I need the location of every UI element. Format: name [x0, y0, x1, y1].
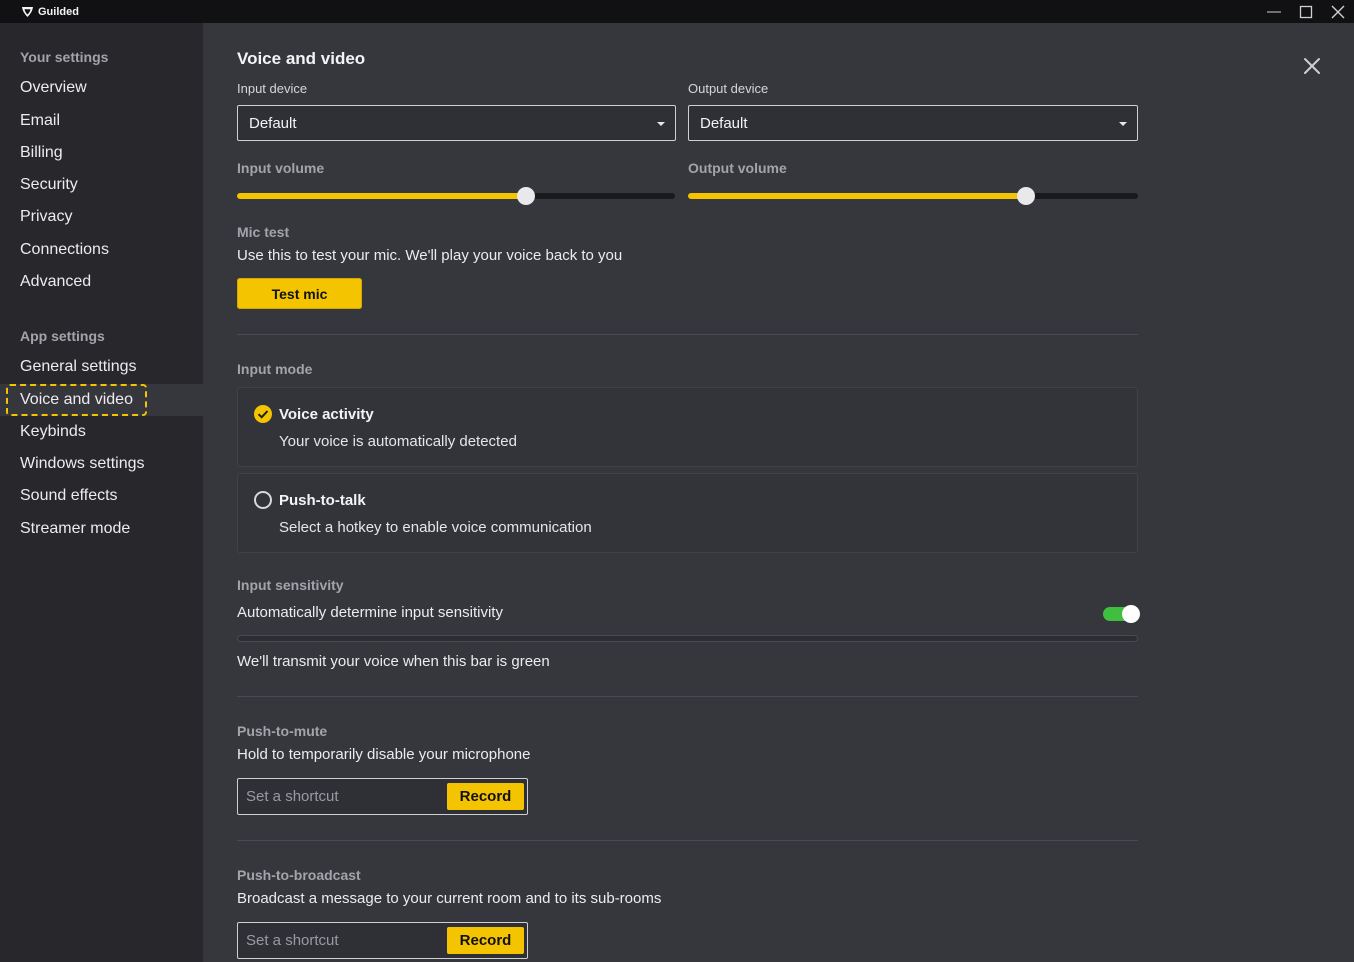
- sidebar-item-overview[interactable]: Overview: [0, 72, 203, 104]
- sidebar-item-streamer-mode[interactable]: Streamer mode: [0, 513, 203, 545]
- push-to-mute-heading: Push-to-mute: [237, 723, 328, 739]
- voice-activity-description: Your voice is automatically detected: [279, 433, 517, 450]
- push-to-mute-description: Hold to temporarily disable your microph…: [237, 746, 531, 763]
- minimize-button[interactable]: [1258, 0, 1290, 23]
- sidebar-item-privacy[interactable]: Privacy: [0, 201, 203, 233]
- minimize-icon: [1267, 11, 1281, 12]
- input-sensitivity-meter: [237, 635, 1138, 642]
- sidebar-item-general-settings[interactable]: General settings: [0, 351, 203, 383]
- sidebar-item-email[interactable]: Email: [0, 105, 203, 137]
- sidebar-item-advanced[interactable]: Advanced: [0, 266, 203, 298]
- output-device-select[interactable]: Default: [688, 105, 1138, 141]
- input-volume-fill: [237, 193, 527, 199]
- push-to-talk-title: Push-to-talk: [279, 492, 366, 509]
- app-name: Guilded: [38, 5, 79, 18]
- input-device-value: Default: [249, 114, 297, 132]
- page-title: Voice and video: [237, 49, 366, 68]
- output-device-label: Output device: [688, 81, 769, 96]
- app-logo: Guilded: [21, 6, 79, 18]
- divider: [237, 840, 1138, 841]
- mic-test-description: Use this to test your mic. We'll play yo…: [237, 247, 623, 264]
- sidebar-item-billing[interactable]: Billing: [0, 137, 203, 169]
- output-volume-fill: [688, 193, 1026, 199]
- auto-sensitivity-toggle[interactable]: [1103, 605, 1140, 623]
- shortcut-placeholder: Set a shortcut: [246, 788, 339, 805]
- input-mode-push-to-talk[interactable]: Push-to-talk Select a hotkey to enable v…: [237, 473, 1138, 553]
- mic-test-heading: Mic test: [237, 224, 290, 240]
- title-bar: Guilded: [0, 0, 1354, 23]
- output-volume-label: Output volume: [688, 160, 787, 176]
- settings-sidebar: Your settings Overview Email Billing Sec…: [0, 23, 203, 962]
- push-to-mute-record-button[interactable]: Record: [447, 783, 524, 810]
- push-to-broadcast-shortcut-field[interactable]: Set a shortcut Record: [237, 922, 528, 959]
- voice-activity-title: Voice activity: [279, 406, 374, 423]
- app-settings-heading: App settings: [20, 328, 105, 344]
- output-device-value: Default: [700, 114, 748, 132]
- chevron-down-icon: [657, 122, 665, 126]
- input-device-select[interactable]: Default: [237, 105, 676, 141]
- close-icon: [1331, 5, 1345, 18]
- checkmark-icon[interactable]: [254, 405, 272, 423]
- settings-panel: Voice and video Input device Default Out…: [203, 23, 1354, 962]
- chevron-down-icon: [1119, 122, 1127, 126]
- focus-ring: [6, 384, 147, 416]
- input-device-label: Input device: [237, 81, 308, 96]
- input-volume-handle[interactable]: [517, 187, 536, 205]
- sidebar-item-voice-and-video[interactable]: Voice and video: [0, 384, 203, 416]
- maximize-button[interactable]: [1290, 0, 1322, 23]
- close-window-button[interactable]: [1322, 0, 1354, 23]
- push-to-mute-shortcut-field[interactable]: Set a shortcut Record: [237, 778, 528, 815]
- push-to-talk-description: Select a hotkey to enable voice communic…: [279, 519, 592, 536]
- test-mic-button[interactable]: Test mic: [237, 278, 362, 309]
- sidebar-item-keybinds[interactable]: Keybinds: [0, 416, 203, 448]
- input-volume-slider[interactable]: [237, 187, 675, 205]
- sidebar-item-security[interactable]: Security: [0, 169, 203, 201]
- toggle-knob: [1122, 605, 1140, 623]
- close-settings-icon[interactable]: [1300, 54, 1324, 78]
- input-mode-heading: Input mode: [237, 361, 313, 377]
- input-sensitivity-heading: Input sensitivity: [237, 577, 344, 593]
- divider: [237, 334, 1138, 335]
- output-volume-handle[interactable]: [1016, 187, 1035, 205]
- sidebar-item-sound-effects[interactable]: Sound effects: [0, 480, 203, 512]
- input-mode-voice-activity[interactable]: Voice activity Your voice is automatical…: [237, 387, 1138, 467]
- guilded-logo-icon: [22, 6, 33, 17]
- push-to-broadcast-record-button[interactable]: Record: [447, 927, 524, 954]
- push-to-broadcast-description: Broadcast a message to your current room…: [237, 890, 662, 907]
- your-settings-heading: Your settings: [20, 49, 109, 65]
- sidebar-item-connections[interactable]: Connections: [0, 234, 203, 266]
- radio-icon[interactable]: [254, 491, 272, 509]
- input-volume-label: Input volume: [237, 160, 325, 176]
- push-to-broadcast-heading: Push-to-broadcast: [237, 867, 361, 883]
- maximize-icon: [1299, 5, 1313, 18]
- auto-sensitivity-label: Automatically determine input sensitivit…: [237, 604, 503, 621]
- sensitivity-hint: We'll transmit your voice when this bar …: [237, 653, 550, 670]
- output-volume-slider[interactable]: [688, 187, 1138, 205]
- sidebar-item-windows-settings[interactable]: Windows settings: [0, 448, 203, 480]
- divider: [237, 696, 1138, 697]
- shortcut-placeholder: Set a shortcut: [246, 932, 339, 949]
